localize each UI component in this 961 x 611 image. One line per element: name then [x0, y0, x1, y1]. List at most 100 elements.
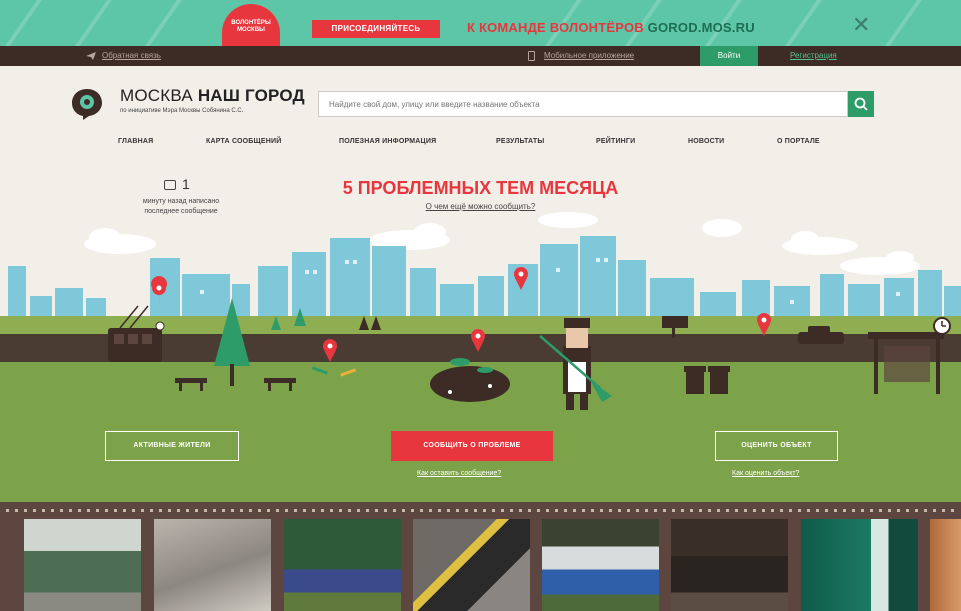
- search-button[interactable]: [848, 91, 874, 117]
- perforation-dot: [312, 509, 315, 512]
- perforation-dot: [636, 509, 639, 512]
- perforation-dot: [915, 509, 918, 512]
- how-to-rate-link[interactable]: Как оценить объект?: [732, 470, 799, 477]
- photo-cabinet[interactable]: [930, 519, 961, 611]
- login-button[interactable]: Войти: [700, 46, 758, 66]
- perforation-dot: [366, 509, 369, 512]
- perforation-dot: [870, 509, 873, 512]
- perforation-dot: [717, 509, 720, 512]
- perforation-dot: [762, 509, 765, 512]
- hero-section: 1 минуту назад написано последнее сообще…: [0, 166, 961, 502]
- nav-useful-info[interactable]: ПОЛЕЗНАЯ ИНФОРМАЦИЯ: [339, 138, 436, 145]
- perforation-dot: [456, 509, 459, 512]
- perforation-dot: [816, 509, 819, 512]
- perforation-dot: [177, 509, 180, 512]
- perforation-dot: [645, 509, 648, 512]
- other-topics-link[interactable]: О чем ещё можно сообщить?: [0, 202, 961, 211]
- perforation-dot: [123, 509, 126, 512]
- promo-headline: К КОМАНДЕ ВОЛОНТЁРОВ GOROD.MOS.RU: [467, 20, 755, 35]
- perforation-dot: [852, 509, 855, 512]
- nav-about[interactable]: О ПОРТАЛЕ: [777, 138, 820, 145]
- perforation-dot: [447, 509, 450, 512]
- perforation-dot: [60, 509, 63, 512]
- promo-domain-link[interactable]: GOROD.MOS.RU: [648, 20, 755, 35]
- perforation-dot: [492, 509, 495, 512]
- perforation-dot: [618, 509, 621, 512]
- perforation-dot: [807, 509, 810, 512]
- perforation-dot: [501, 509, 504, 512]
- perforation-dot: [285, 509, 288, 512]
- nav-home[interactable]: ГЛАВНАЯ: [118, 138, 153, 145]
- perforation-dot: [375, 509, 378, 512]
- perforation-dot: [465, 509, 468, 512]
- feedback-link[interactable]: Обратная связь: [102, 46, 161, 66]
- report-problem-button[interactable]: СООБЩИТЬ О ПРОБЛЕМЕ: [391, 431, 553, 461]
- photo-stairwell[interactable]: [801, 519, 918, 611]
- perforation-dot: [879, 509, 882, 512]
- perforation-dot: [582, 509, 585, 512]
- portal-logo-icon[interactable]: [70, 87, 104, 121]
- perforation-dot: [267, 509, 270, 512]
- brand-light: МОСКВА: [120, 86, 198, 105]
- perforation-dot: [888, 509, 891, 512]
- nav-ratings[interactable]: РЕЙТИНГИ: [596, 138, 635, 145]
- active-residents-button[interactable]: АКТИВНЫЕ ЖИТЕЛИ: [105, 431, 239, 461]
- perforation-dot: [51, 509, 54, 512]
- perforation-dot: [546, 509, 549, 512]
- perforation-dot: [690, 509, 693, 512]
- perforation-dot: [276, 509, 279, 512]
- perforation-dot: [654, 509, 657, 512]
- perforation-dot: [906, 509, 909, 512]
- rate-object-button[interactable]: ОЦЕНИТЬ ОБЪЕКТ: [715, 431, 838, 461]
- perforation-dot: [339, 509, 342, 512]
- photo-playground[interactable]: [284, 519, 401, 611]
- perforation-dot: [573, 509, 576, 512]
- join-button[interactable]: ПРИСОЕДИНЯЙТЕСЬ: [312, 20, 440, 38]
- perforation-dot: [897, 509, 900, 512]
- search-input[interactable]: [318, 91, 848, 117]
- nav-results[interactable]: РЕЗУЛЬТАТЫ: [496, 138, 544, 145]
- brand-title[interactable]: МОСКВА НАШ ГОРОД: [120, 86, 305, 106]
- photo-bus-stop[interactable]: [24, 519, 141, 611]
- how-to-report-link[interactable]: Как оставить сообщение?: [417, 470, 501, 477]
- perforation-dot: [195, 509, 198, 512]
- perforation-dot: [780, 509, 783, 512]
- nav-news[interactable]: НОВОСТИ: [688, 138, 724, 145]
- photo-railings[interactable]: [671, 519, 788, 611]
- perforation-dot: [708, 509, 711, 512]
- perforation-dot: [600, 509, 603, 512]
- photo-curb[interactable]: [413, 519, 530, 611]
- nav-map[interactable]: КАРТА СООБЩЕНИЙ: [206, 138, 281, 145]
- perforation-dot: [87, 509, 90, 512]
- perforation-dot: [564, 509, 567, 512]
- search-icon: [854, 97, 868, 111]
- perforation-dot: [249, 509, 252, 512]
- volunteer-promo-banner[interactable]: ВОЛОНТЁРЫ МОСКВЫ ПРИСОЕДИНЯЙТЕСЬ К КОМАН…: [0, 0, 961, 46]
- close-icon[interactable]: ✕: [852, 14, 870, 36]
- perforation-dot: [672, 509, 675, 512]
- perforation-dot: [24, 509, 27, 512]
- perforation-dot: [789, 509, 792, 512]
- perforation-dot: [42, 509, 45, 512]
- mobile-app-link[interactable]: Мобильное приложение: [544, 46, 634, 66]
- perforation-dot: [699, 509, 702, 512]
- perforation-dot: [681, 509, 684, 512]
- perforation-dot: [159, 509, 162, 512]
- photo-bench-car[interactable]: [542, 519, 659, 611]
- perforation-dot: [357, 509, 360, 512]
- brand-subtitle: по инициативе Мэра Москвы Собянина С.С.: [120, 108, 244, 114]
- perforation-dot: [402, 509, 405, 512]
- perforation-dot: [474, 509, 477, 512]
- brand-bold: НАШ ГОРОД: [197, 86, 305, 105]
- photo-pavement[interactable]: [154, 519, 271, 611]
- perforation-dot: [519, 509, 522, 512]
- perforation-dot: [537, 509, 540, 512]
- register-link[interactable]: Регистрация: [790, 46, 837, 66]
- perforation-dot: [258, 509, 261, 512]
- perforation-dot: [510, 509, 513, 512]
- perforation-dot: [6, 509, 9, 512]
- perforation-dot: [420, 509, 423, 512]
- perforation-dot: [933, 509, 936, 512]
- perforation-dot: [303, 509, 306, 512]
- perforation-dot: [861, 509, 864, 512]
